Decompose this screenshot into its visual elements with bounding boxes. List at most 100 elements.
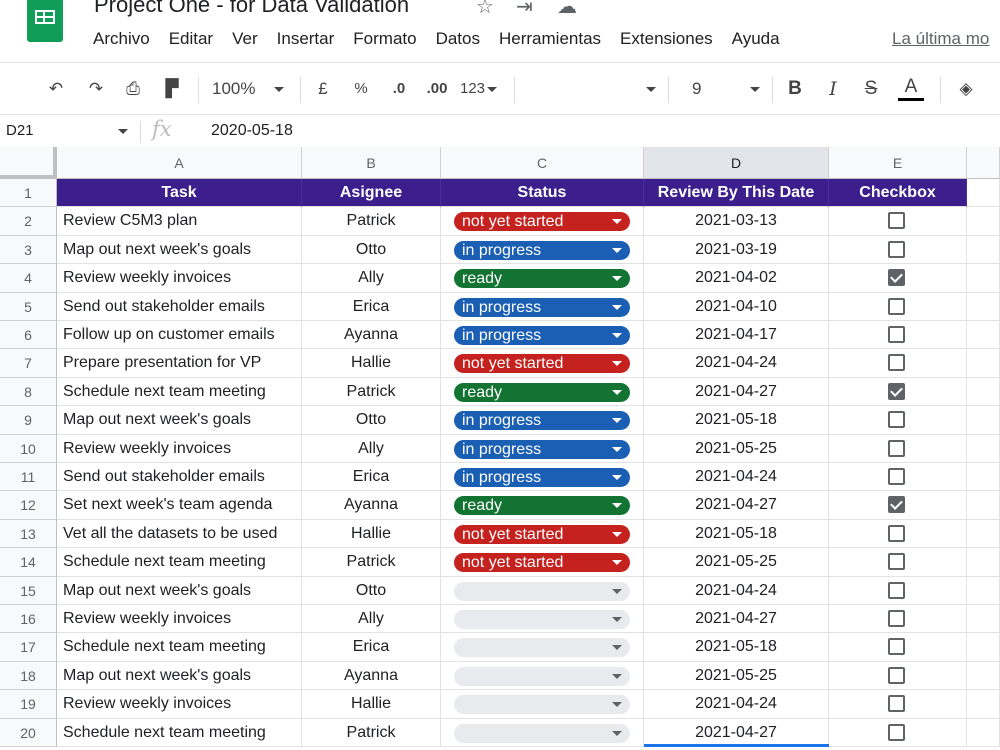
assignee-cell[interactable]: Ally	[302, 605, 441, 634]
empty-cell[interactable]	[967, 463, 1000, 492]
task-cell[interactable]: Prepare presentation for VP	[57, 349, 302, 378]
print-icon[interactable]: ⎙	[119, 76, 147, 102]
assignee-cell[interactable]: Otto	[302, 235, 441, 265]
text-color-button[interactable]: A	[898, 76, 924, 101]
assignee-cell[interactable]: Patrick	[302, 207, 441, 236]
sheets-logo-icon[interactable]	[27, 0, 63, 42]
column-header-a[interactable]: A	[57, 147, 302, 179]
date-cell[interactable]: 2021-05-18	[644, 406, 829, 435]
assignee-cell[interactable]: Patrick	[302, 377, 441, 407]
task-cell[interactable]: Vet all the datasets to be used	[57, 519, 302, 549]
task-cell[interactable]: Map out next week's goals	[57, 406, 302, 435]
date-cell[interactable]: 2021-05-18	[644, 633, 829, 662]
menu-formato[interactable]: Formato	[353, 29, 416, 51]
row-header[interactable]: 18	[0, 661, 57, 691]
checkbox[interactable]	[888, 354, 905, 372]
assignee-cell[interactable]: Erica	[302, 633, 441, 662]
date-cell[interactable]: 2021-05-25	[644, 548, 829, 577]
row-header[interactable]: 1	[0, 179, 57, 208]
date-cell[interactable]: 2021-04-10	[644, 292, 829, 321]
task-cell[interactable]: Set next week's team agenda	[57, 491, 302, 520]
row-header[interactable]: 8	[0, 377, 57, 407]
checkbox[interactable]	[888, 553, 905, 571]
empty-cell[interactable]	[967, 548, 1000, 577]
status-dropdown[interactable]: in progress	[454, 468, 630, 487]
assignee-cell[interactable]: Ayanna	[302, 321, 441, 350]
checkbox[interactable]	[888, 240, 905, 258]
status-dropdown[interactable]	[454, 666, 630, 686]
row-header[interactable]: 12	[0, 491, 57, 520]
assignee-cell[interactable]: Otto	[302, 406, 441, 435]
checkbox[interactable]	[888, 723, 905, 741]
header-cell-checkbox[interactable]: Checkbox	[829, 179, 967, 208]
select-all-corner[interactable]	[0, 147, 57, 179]
task-cell[interactable]: Schedule next team meeting	[57, 548, 302, 577]
formula-input[interactable]: 2020-05-18	[211, 122, 293, 140]
checkbox[interactable]	[888, 610, 905, 627]
row-header[interactable]: 11	[0, 463, 57, 492]
date-cell[interactable]: 2021-04-27	[644, 377, 829, 407]
task-cell[interactable]: Schedule next team meeting	[57, 377, 302, 407]
checkbox[interactable]	[888, 212, 905, 230]
empty-cell[interactable]	[967, 661, 1000, 691]
row-header[interactable]: 2	[0, 207, 57, 236]
status-dropdown[interactable]: not yet started	[454, 553, 630, 573]
empty-cell[interactable]	[967, 349, 1000, 378]
header-cell-task[interactable]: Task	[57, 179, 302, 208]
strikethrough-button[interactable]: S	[860, 76, 882, 102]
menu-archivo[interactable]: Archivo	[93, 29, 150, 51]
status-dropdown[interactable]: not yet started	[454, 524, 630, 544]
column-header-d[interactable]: D	[644, 147, 829, 179]
empty-cell[interactable]	[967, 377, 1000, 407]
empty-cell[interactable]	[967, 605, 1000, 634]
checkbox[interactable]	[888, 638, 905, 656]
date-cell[interactable]: 2021-04-24	[644, 690, 829, 719]
date-cell[interactable]: 2021-05-18	[644, 519, 829, 549]
assignee-cell[interactable]: Patrick	[302, 718, 441, 747]
row-header[interactable]: 9	[0, 406, 57, 435]
row-header[interactable]: 16	[0, 605, 57, 634]
increase-decimals-button[interactable]: .00	[422, 76, 452, 102]
checkbox[interactable]	[888, 496, 905, 514]
task-cell[interactable]: Review weekly invoices	[57, 605, 302, 634]
empty-cell[interactable]	[967, 491, 1000, 520]
date-cell[interactable]: 2021-05-25	[644, 434, 829, 463]
zoom-select[interactable]: 100%	[212, 76, 292, 102]
menu-extensiones[interactable]: Extensiones	[620, 29, 713, 51]
checkbox[interactable]	[888, 269, 905, 287]
checkbox[interactable]	[888, 524, 905, 542]
status-dropdown[interactable]	[454, 638, 630, 658]
row-header[interactable]: 15	[0, 576, 57, 605]
column-header-c[interactable]: C	[441, 147, 644, 179]
task-cell[interactable]: Review weekly invoices	[57, 264, 302, 293]
row-header[interactable]: 17	[0, 633, 57, 662]
row-header[interactable]: 7	[0, 349, 57, 378]
header-cell-date[interactable]: Review By This Date	[644, 179, 829, 208]
empty-cell[interactable]	[967, 718, 1000, 747]
name-box[interactable]: D21	[6, 122, 34, 139]
status-dropdown[interactable]: in progress	[454, 326, 630, 345]
empty-cell[interactable]	[967, 633, 1000, 662]
empty-cell[interactable]	[967, 690, 1000, 719]
assignee-cell[interactable]: Hallie	[302, 690, 441, 719]
header-cell-assignee[interactable]: Asignee	[302, 179, 441, 208]
assignee-cell[interactable]: Ally	[302, 264, 441, 293]
status-dropdown[interactable]	[454, 723, 630, 743]
status-dropdown[interactable]	[454, 581, 630, 601]
font-size-select[interactable]: 9	[680, 76, 764, 102]
task-cell[interactable]: Map out next week's goals	[57, 576, 302, 605]
checkbox[interactable]	[888, 695, 905, 713]
row-header[interactable]: 3	[0, 235, 57, 265]
empty-cell[interactable]	[967, 179, 1000, 208]
percent-format-button[interactable]: %	[350, 76, 372, 102]
column-header-e[interactable]: E	[829, 147, 967, 179]
cloud-status-icon[interactable]: ☁	[557, 0, 577, 19]
task-cell[interactable]: Review weekly invoices	[57, 434, 302, 463]
empty-cell[interactable]	[967, 207, 1000, 236]
task-cell[interactable]: Send out stakeholder emails	[57, 463, 302, 492]
date-cell[interactable]: 2021-05-25	[644, 661, 829, 691]
assignee-cell[interactable]: Hallie	[302, 349, 441, 378]
checkbox[interactable]	[888, 411, 905, 429]
status-dropdown[interactable]: ready	[454, 382, 630, 402]
assignee-cell[interactable]: Ally	[302, 434, 441, 463]
